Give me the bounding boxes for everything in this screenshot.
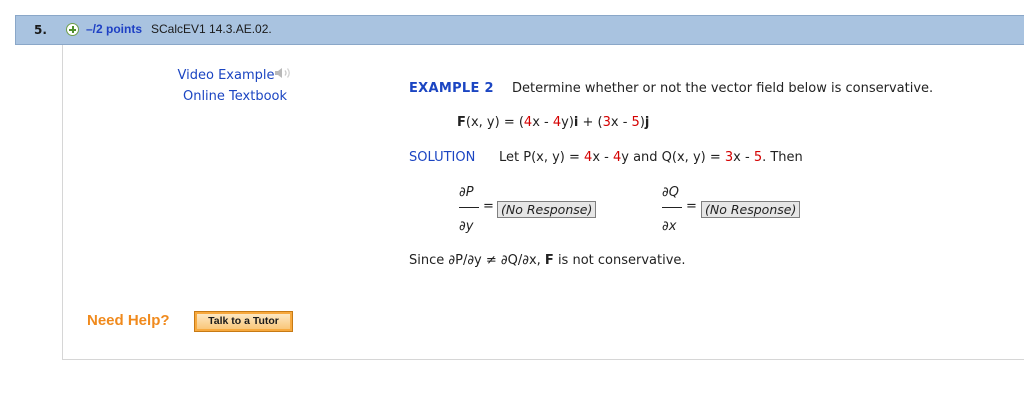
solution-part-2: x -	[592, 150, 613, 165]
solution-part-5: . Then	[762, 150, 803, 165]
solution-label: SOLUTION	[409, 150, 476, 165]
field-args: (x, y) = (	[465, 115, 524, 130]
example-text: Determine whether or not the vector fiel…	[512, 81, 934, 96]
field-F: F	[457, 115, 466, 130]
field-part-3: + (	[578, 115, 603, 130]
tutor-button-label: Talk to a Tutor	[197, 314, 290, 329]
fraction-bar	[662, 207, 682, 208]
field-part-2: y)	[561, 115, 574, 130]
conclusion-F: F	[544, 253, 554, 268]
solution-part-3: y and Q(x, y) =	[621, 150, 725, 165]
need-help-label: Need Help?	[87, 312, 170, 329]
solution-part-4: x -	[733, 150, 754, 165]
vector-field-formula: F(x, y) = (4x - 4y)i + (3x - 5)j	[457, 115, 649, 130]
question-number: 5.	[34, 23, 47, 37]
field-part-1: x -	[532, 115, 553, 130]
field-coef-3: 3	[602, 115, 611, 130]
dp-denominator: ∂y	[459, 219, 474, 234]
field-part-4: x -	[610, 115, 632, 130]
field-j: j	[644, 115, 650, 130]
field-coef-4: 5	[631, 115, 640, 130]
video-example-label: Video Example	[177, 68, 275, 83]
speaker-icon	[275, 68, 291, 78]
talk-to-tutor-button[interactable]: Talk to a Tutor	[194, 311, 293, 332]
video-example-link[interactable]: Video Example	[165, 65, 305, 86]
question-id: SCalcEV1 14.3.AE.02.	[151, 22, 272, 36]
conclusion-text: Since ∂P/∂y ≠ ∂Q/∂x, F is not conservati…	[409, 253, 686, 268]
conclusion-pre: Since ∂P/∂y ≠ ∂Q/∂x,	[409, 253, 545, 268]
dq-denominator: ∂x	[662, 219, 677, 234]
dq-numerator: ∂Q	[662, 185, 679, 200]
question-header: 5. –/2 points SCalcEV1 14.3.AE.02.	[15, 15, 1024, 45]
equals-sign: =	[686, 199, 697, 214]
conclusion-post: is not conservative.	[553, 253, 686, 268]
field-coef-2: 4	[552, 115, 562, 130]
points-label: –/2 points	[86, 22, 143, 36]
field-coef-1: 4	[523, 115, 533, 130]
solution-coef-3: 3	[724, 150, 734, 165]
example-label: EXAMPLE 2	[409, 81, 494, 96]
dq-dx-response-field[interactable]: (No Response)	[701, 201, 801, 218]
solution-text: Let P(x, y) = 4x - 4y and Q(x, y) = 3x -…	[499, 150, 803, 165]
dp-numerator: ∂P	[459, 185, 474, 200]
online-textbook-link[interactable]: Online Textbook	[165, 86, 305, 107]
expand-plus-icon[interactable]	[66, 23, 79, 36]
fraction-bar	[459, 207, 479, 208]
equals-sign: =	[483, 199, 494, 214]
resource-links: Video Example Online Textbook	[165, 65, 305, 107]
solution-part-1: Let P(x, y) =	[499, 150, 585, 165]
solution-coef-4: 5	[753, 150, 763, 165]
dp-dy-response-field[interactable]: (No Response)	[497, 201, 597, 218]
